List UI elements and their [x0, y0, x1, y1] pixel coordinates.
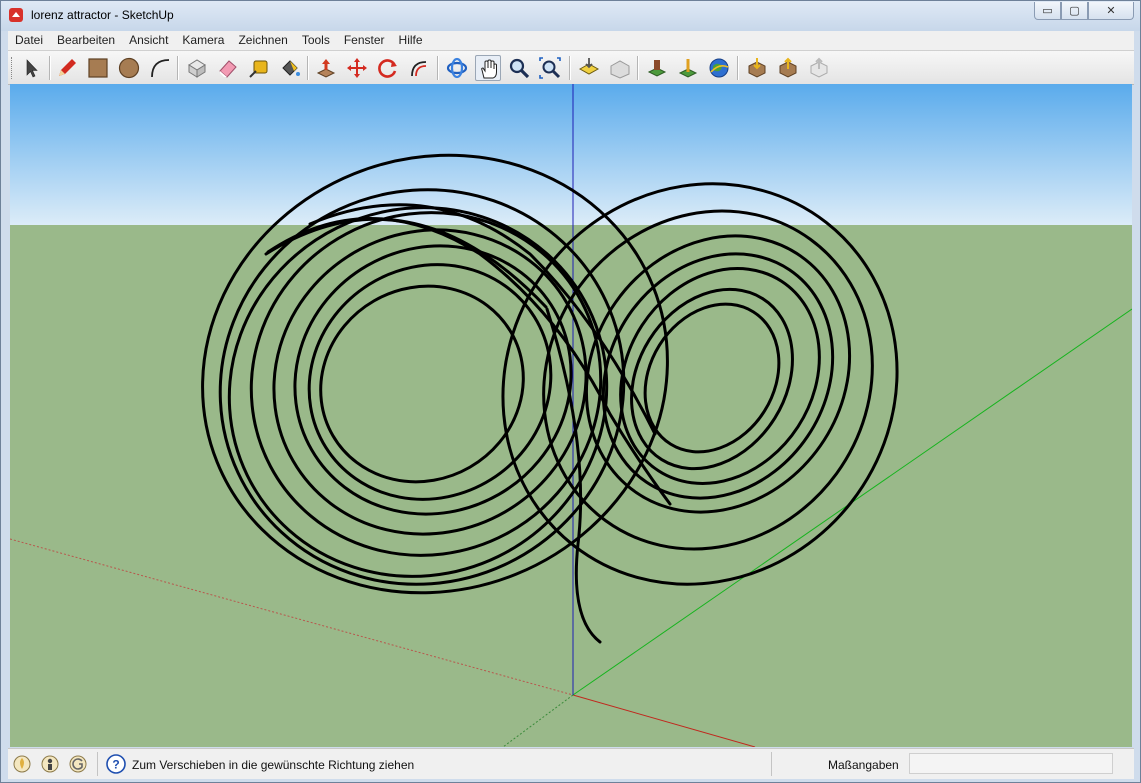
move-tool-button[interactable]: [344, 55, 370, 81]
rotate-tool-button[interactable]: [375, 55, 401, 81]
get-models-tool-button[interactable]: [576, 55, 602, 81]
select-tool-button[interactable]: [18, 55, 44, 81]
toolbar-separator: [49, 56, 51, 80]
component-icon: [188, 59, 206, 78]
menu-bearbeiten[interactable]: Bearbeiten: [50, 31, 122, 50]
sky-background: [10, 84, 1132, 225]
add-location-icon: [647, 60, 667, 77]
window-controls: ▭ ▢ ✕: [1034, 2, 1134, 20]
help-icon[interactable]: ?: [106, 754, 126, 774]
eraser-tool-button[interactable]: [215, 55, 241, 81]
pan-tool-button[interactable]: [475, 55, 501, 81]
arrow-cursor-icon: [26, 59, 38, 78]
share-model-tool-button[interactable]: [607, 55, 633, 81]
minimize-button[interactable]: ▭: [1034, 2, 1061, 20]
arc-tool-button[interactable]: [147, 55, 173, 81]
pencil-icon: [59, 59, 76, 76]
globe-icon: [709, 58, 729, 78]
share-component-tool-button[interactable]: [775, 55, 801, 81]
main-toolbar: [8, 51, 1134, 85]
measurements-label: Maßangaben: [828, 758, 899, 772]
toolbar-separator: [569, 56, 571, 80]
rectangle-tool-button[interactable]: [85, 55, 111, 81]
svg-text:?: ?: [112, 758, 119, 772]
orbit-tool-button[interactable]: [444, 55, 470, 81]
paint-bucket-icon: [282, 60, 300, 76]
geo-location-icon[interactable]: [13, 755, 31, 773]
pencil-line-tool-button[interactable]: [54, 55, 80, 81]
viewport-canvas[interactable]: [10, 84, 1132, 747]
push-pull-icon: [316, 59, 336, 78]
arc-icon: [151, 59, 170, 78]
move-arrows-icon: [347, 58, 367, 78]
warehouse-download-icon: [748, 58, 766, 78]
toolbar-separator: [307, 56, 309, 80]
menu-hilfe[interactable]: Hilfe: [392, 31, 430, 50]
offset-tool-button[interactable]: [406, 55, 432, 81]
close-button[interactable]: ✕: [1088, 2, 1134, 20]
signin-icon[interactable]: [69, 755, 87, 773]
tape-measure-icon: [249, 60, 268, 78]
tape-measure-tool-button[interactable]: [246, 55, 272, 81]
zoom-tool-button[interactable]: [506, 55, 532, 81]
share-model-icon: [610, 60, 630, 79]
rectangle-icon: [88, 58, 108, 78]
get-models-warehouse-tool-button[interactable]: [744, 55, 770, 81]
add-location-tool-button[interactable]: [644, 55, 670, 81]
google-earth-tool-button[interactable]: [706, 55, 732, 81]
offset-icon: [411, 61, 427, 77]
send-to-layout-tool-button[interactable]: [806, 55, 832, 81]
orbit-icon: [446, 57, 468, 79]
send-to-layout-icon: [810, 57, 828, 78]
maximize-button[interactable]: ▢: [1061, 2, 1088, 20]
toolbar-separator: [177, 56, 179, 80]
menu-bar: Datei Bearbeiten Ansicht Kamera Zeichnen…: [8, 31, 1134, 51]
sketchup-logo-icon: [9, 8, 23, 22]
paint-bucket-tool-button[interactable]: [277, 55, 303, 81]
title-bar[interactable]: lorenz attractor - SketchUp ▭ ▢ ✕: [1, 1, 1140, 31]
eraser-icon: [219, 60, 237, 78]
hand-icon: [481, 59, 497, 79]
toolbar-grip[interactable]: [11, 57, 15, 79]
menu-zeichnen[interactable]: Zeichnen: [231, 31, 294, 50]
geo-toggle-tool-button[interactable]: [675, 55, 701, 81]
measurements-field[interactable]: [909, 753, 1113, 774]
menu-kamera[interactable]: Kamera: [175, 31, 231, 50]
status-divider: [97, 752, 98, 776]
window-title: lorenz attractor - SketchUp: [31, 8, 174, 22]
menu-tools[interactable]: Tools: [295, 31, 337, 50]
circle-tool-button[interactable]: [116, 55, 142, 81]
menu-fenster[interactable]: Fenster: [337, 31, 392, 50]
get-models-icon: [578, 58, 600, 75]
circle-icon: [118, 57, 140, 79]
toolbar-separator: [637, 56, 639, 80]
make-component-tool-button[interactable]: [184, 55, 210, 81]
zoom-extents-icon: [539, 57, 561, 79]
app-window: lorenz attractor - SketchUp ▭ ▢ ✕ Datei …: [0, 0, 1141, 783]
magnifier-icon: [509, 58, 530, 79]
status-divider: [771, 752, 772, 776]
zoom-extents-tool-button[interactable]: [537, 55, 563, 81]
push-pull-tool-button[interactable]: [313, 55, 339, 81]
toolbar-separator: [437, 56, 439, 80]
geo-pin-icon: [678, 59, 698, 78]
menu-ansicht[interactable]: Ansicht: [122, 31, 175, 50]
status-bar: ? Zum Verschieben in die gewünschte Rich…: [8, 748, 1134, 779]
warehouse-upload-icon: [779, 57, 797, 78]
toolbar-separator: [737, 56, 739, 80]
rotate-icon: [378, 59, 397, 78]
model-viewport[interactable]: [10, 84, 1132, 747]
credits-icon[interactable]: [41, 755, 59, 773]
status-hint: Zum Verschieben in die gewünschte Richtu…: [132, 758, 415, 772]
menu-datei[interactable]: Datei: [8, 31, 50, 50]
